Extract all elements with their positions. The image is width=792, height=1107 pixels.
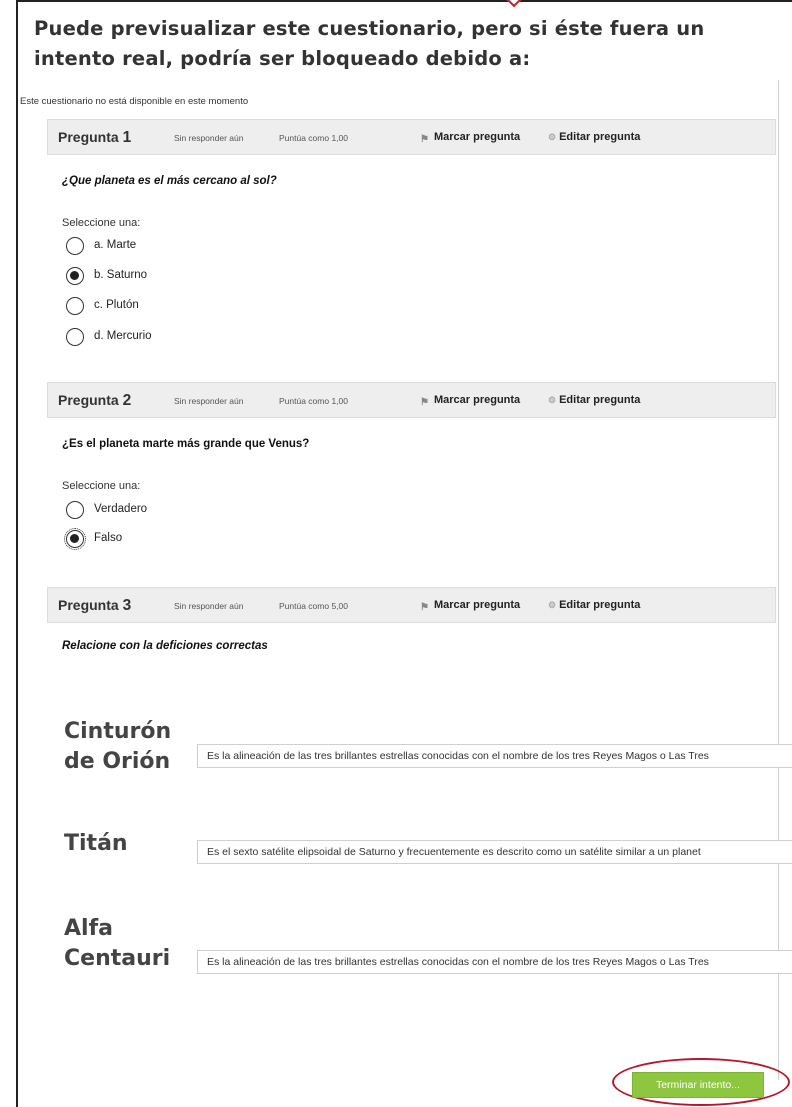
- frame-left-border: [16, 0, 18, 1107]
- radio-button[interactable]: [66, 501, 84, 519]
- finish-attempt-button[interactable]: Terminar intento...: [632, 1072, 764, 1098]
- question-3-title: Pregunta 3: [58, 597, 132, 614]
- match-term-1: Cinturón de Orión: [64, 719, 172, 774]
- question-1-prompt: Seleccione una:: [62, 217, 141, 229]
- question-3-grade: Puntúa como 5,00: [279, 601, 348, 611]
- question-1-flag-link[interactable]: ⚑ Marcar pregunta: [420, 131, 520, 145]
- question-2-prompt: Seleccione una:: [62, 480, 141, 492]
- question-2-title: Pregunta 2: [58, 392, 132, 409]
- flag-icon: ⚑: [420, 134, 429, 145]
- question-3-flag-link[interactable]: ⚑ Marcar pregunta: [420, 599, 520, 613]
- question-1-title: Pregunta 1: [58, 129, 132, 146]
- question-1-text: ¿Que planeta es el más cercano al sol?: [62, 175, 277, 187]
- question-3-info-bar: Pregunta 3 Sin responder aún Puntúa como…: [47, 587, 776, 623]
- question-2-grade: Puntúa como 1,00: [279, 396, 348, 406]
- radio-button-selected[interactable]: [66, 267, 84, 285]
- question-2-edit-link[interactable]: ⚙ Editar pregunta: [548, 394, 640, 406]
- question-3-text: Relacione con la deficiones correctas: [62, 640, 268, 652]
- match-term-2: Titán: [64, 831, 128, 856]
- question-3-state: Sin responder aún: [174, 601, 244, 611]
- match-answer-3-select[interactable]: Es la alineación de las tres brillantes …: [197, 950, 792, 974]
- frame-top-border: [16, 0, 792, 2]
- question-1-info-bar: Pregunta 1 Sin responder aún Puntúa como…: [47, 119, 776, 155]
- match-answer-1-select[interactable]: Es la alineación de las tres brillantes …: [197, 744, 792, 768]
- radio-button[interactable]: [66, 328, 84, 346]
- radio-button[interactable]: [66, 297, 84, 315]
- preview-warning-heading: Puede previsualizar este cuestionario, p…: [34, 17, 705, 70]
- question-1-grade: Puntúa como 1,00: [279, 133, 348, 143]
- radio-button-selected[interactable]: [64, 528, 86, 550]
- flag-icon: ⚑: [420, 602, 429, 613]
- question-2-state: Sin responder aún: [174, 396, 244, 406]
- match-term-3: Alfa Centauri: [64, 916, 171, 971]
- match-answer-2-select[interactable]: Es el sexto satélite elipsoidal de Satur…: [197, 840, 792, 864]
- question-1-state: Sin responder aún: [174, 133, 244, 143]
- question-3-edit-link[interactable]: ⚙ Editar pregunta: [548, 599, 640, 611]
- content-right-edge: [778, 80, 779, 1080]
- flag-icon: ⚑: [420, 397, 429, 408]
- gear-icon: ⚙: [548, 600, 557, 610]
- question-1-edit-link[interactable]: ⚙ Editar pregunta: [548, 131, 640, 143]
- availability-notice: Este cuestionario no está disponible en …: [20, 96, 249, 107]
- gear-icon: ⚙: [548, 395, 557, 405]
- question-2-flag-link[interactable]: ⚑ Marcar pregunta: [420, 394, 520, 408]
- question-2-info-bar: Pregunta 2 Sin responder aún Puntúa como…: [47, 382, 776, 418]
- question-2-text: ¿Es el planeta marte más grande que Venu…: [62, 438, 310, 450]
- gear-icon: ⚙: [548, 132, 557, 142]
- radio-button[interactable]: [66, 237, 84, 255]
